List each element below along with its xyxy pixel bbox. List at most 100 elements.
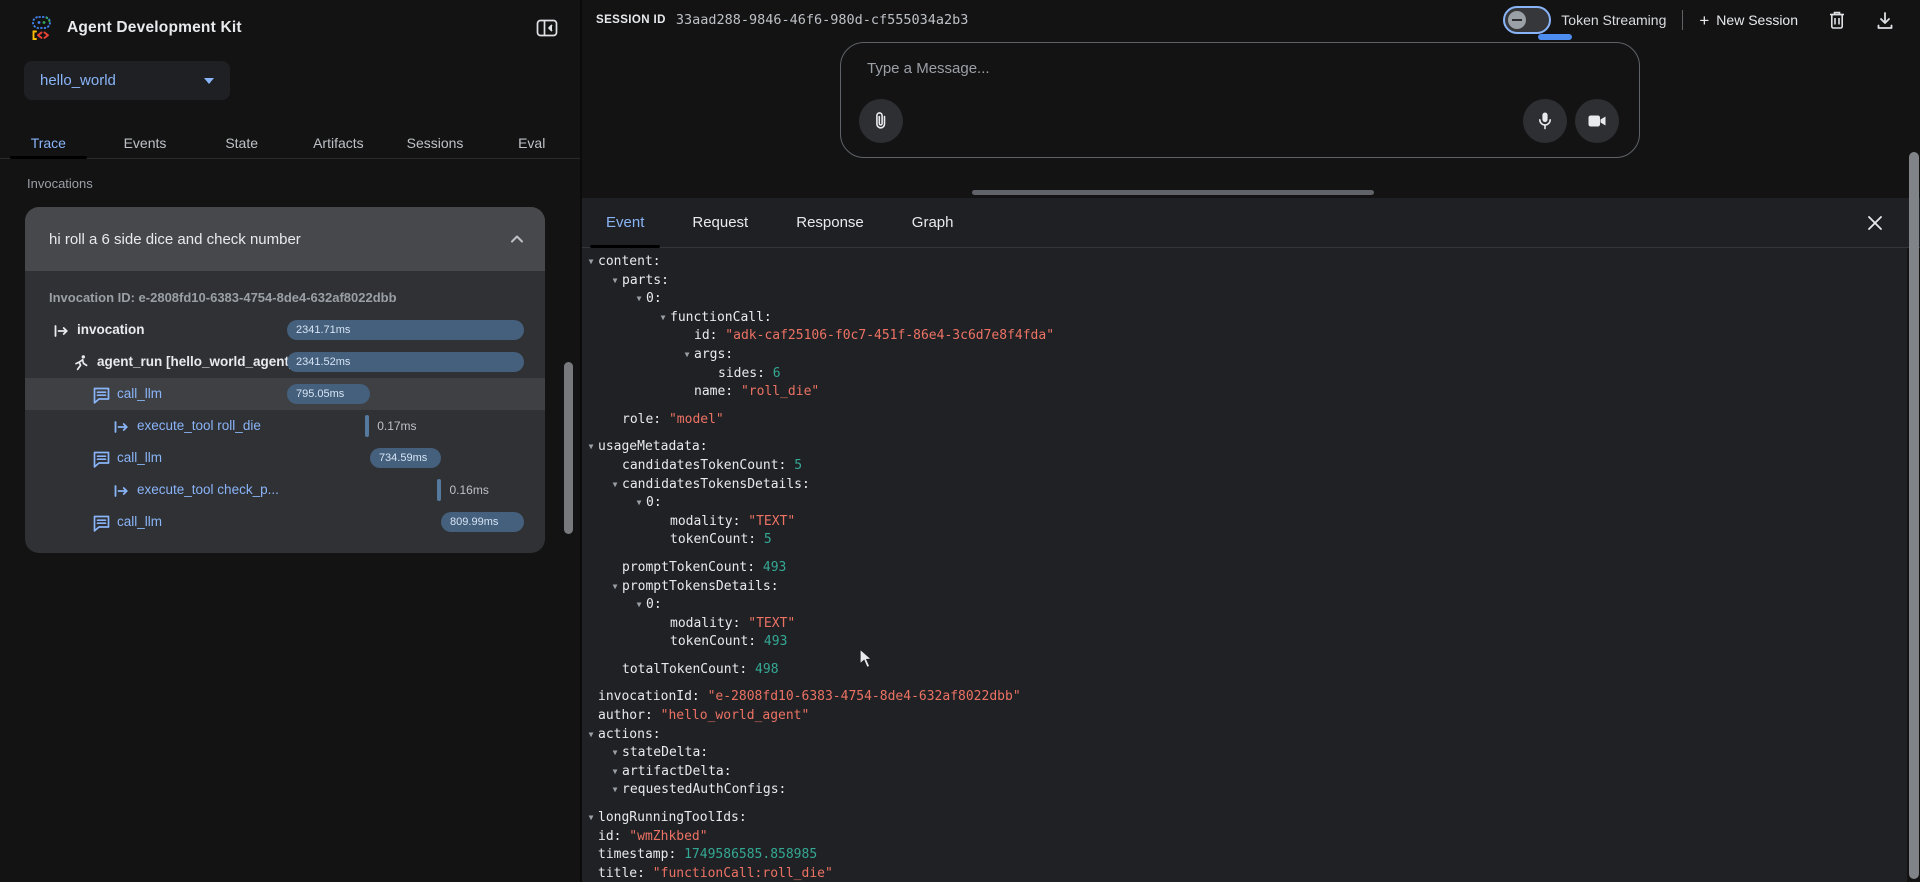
attach-file-button[interactable] xyxy=(859,99,903,143)
json-line-0: ▼0: xyxy=(582,290,1907,309)
tab-graph[interactable]: Graph xyxy=(888,198,978,247)
caret-down-icon[interactable]: ▼ xyxy=(584,726,598,745)
chevron-up-icon[interactable] xyxy=(509,233,525,245)
message-input-container xyxy=(840,42,1640,158)
trace-duration-bar[interactable]: 734.59ms xyxy=(370,448,441,468)
json-key: sides: xyxy=(718,366,765,381)
caret-down-icon[interactable]: ▼ xyxy=(608,744,622,763)
chevron-down-icon xyxy=(204,78,214,84)
caret-down-icon[interactable]: ▼ xyxy=(608,476,622,495)
json-line-artifactDelta: ▼artifactDelta: xyxy=(582,763,1907,782)
collapse-sidebar-icon[interactable] xyxy=(536,18,558,38)
caret-down-icon[interactable]: ▼ xyxy=(584,438,598,457)
caret-down-icon[interactable]: ▼ xyxy=(584,253,598,272)
header-actions: Token Streaming + New Session xyxy=(1503,6,1894,34)
caret-down-icon[interactable]: ▼ xyxy=(632,290,646,309)
sidebar-scrollbar-thumb[interactable] xyxy=(564,362,573,534)
trace-duration-label: 0.16ms xyxy=(449,481,488,499)
chat-area xyxy=(582,40,1920,198)
caret-down-icon[interactable]: ▼ xyxy=(632,596,646,615)
tab-request[interactable]: Request xyxy=(668,198,772,247)
tab-trace[interactable]: Trace xyxy=(0,127,97,158)
trace-duration-bar[interactable]: 809.99ms xyxy=(441,512,524,532)
trace-duration-bar[interactable]: 795.05ms xyxy=(287,384,370,404)
json-key: invocationId: xyxy=(598,689,700,704)
caret-down-icon[interactable]: ▼ xyxy=(680,346,694,365)
trace-row-call-llm[interactable]: call_llm795.05ms xyxy=(25,378,545,410)
horizontal-scrollbar-thumb[interactable] xyxy=(972,190,1374,195)
tab-state[interactable]: State xyxy=(193,127,290,158)
sidebar-header: Agent Development Kit xyxy=(0,0,580,56)
tab-events[interactable]: Events xyxy=(97,127,194,158)
json-value: "TEXT" xyxy=(740,616,795,631)
trace-timeline: 2341.52ms xyxy=(287,352,524,372)
caret-down-icon[interactable]: ▼ xyxy=(608,781,622,800)
trace-timeline: 0.16ms xyxy=(287,480,524,500)
caret-down-icon[interactable]: ▼ xyxy=(584,809,598,828)
trace-duration-tick[interactable] xyxy=(437,479,441,501)
agent-select-value: hello_world xyxy=(40,72,116,89)
json-line-longRunningToolIds: ▼longRunningToolIds: xyxy=(582,809,1907,828)
chat-icon xyxy=(91,513,111,533)
json-line-tokenCount: tokenCount: 5 xyxy=(582,531,1907,550)
trace-row-execute-tool-roll-die[interactable]: execute_tool roll_die 0.17ms xyxy=(25,410,545,442)
trace-timeline: 2341.71ms xyxy=(287,320,524,340)
json-line-sides: sides: 6 xyxy=(582,365,1907,384)
json-key: id: xyxy=(694,328,717,343)
caret-down-icon[interactable]: ▼ xyxy=(608,272,622,291)
json-key: longRunningToolIds: xyxy=(598,810,747,825)
arrow-right-icon xyxy=(51,321,71,341)
tab-event[interactable]: Event xyxy=(582,198,668,247)
trace-row-execute-tool-check-p-[interactable]: execute_tool check_p...0.16ms xyxy=(25,474,545,506)
new-session-button[interactable]: + New Session xyxy=(1699,12,1798,29)
message-input[interactable] xyxy=(865,59,1369,78)
delete-session-icon[interactable] xyxy=(1828,10,1846,30)
trace-duration-bar[interactable]: 2341.52ms xyxy=(287,352,524,372)
tab-artifacts[interactable]: Artifacts xyxy=(290,127,387,158)
trace-row-label: execute_tool roll_die xyxy=(137,418,261,433)
tab-response[interactable]: Response xyxy=(772,198,888,247)
event-json-tree: ▼content:▼parts:▼0:▼functionCall:id: "ad… xyxy=(582,248,1907,882)
json-value: "adk-caf25106-f0c7-451f-86e4-3c6d7e8f4fd… xyxy=(717,328,1054,343)
json-key: functionCall: xyxy=(670,310,772,325)
caret-down-icon[interactable]: ▼ xyxy=(608,763,622,782)
tab-sessions[interactable]: Sessions xyxy=(387,127,484,158)
sidebar-tab-bar: Trace Events State Artifacts Sessions Ev… xyxy=(0,127,580,159)
json-key: promptTokenCount: xyxy=(622,560,755,575)
json-line-content: ▼content: xyxy=(582,253,1907,272)
json-line-functionCall: ▼functionCall: xyxy=(582,309,1907,328)
json-key: requestedAuthConfigs: xyxy=(622,782,786,797)
json-key: candidatesTokensDetails: xyxy=(622,477,810,492)
trace-row-label: invocation xyxy=(77,322,145,337)
json-key: content: xyxy=(598,254,661,269)
close-icon[interactable] xyxy=(1866,214,1884,232)
trace-row-call-llm[interactable]: call_llm734.59ms xyxy=(25,442,545,474)
video-button[interactable] xyxy=(1575,99,1619,143)
microphone-button[interactable] xyxy=(1523,99,1567,143)
json-line-name: name: "roll_die" xyxy=(582,383,1907,402)
token-streaming-toggle[interactable] xyxy=(1503,6,1551,34)
caret-down-icon[interactable]: ▼ xyxy=(632,494,646,513)
chat-icon xyxy=(91,449,111,469)
json-value: 5 xyxy=(756,532,772,547)
trace-duration-label: 0.17ms xyxy=(377,417,416,435)
trace-row-agent-run-hello-world-agent-[interactable]: agent_run [hello_world_agent]2341.52ms xyxy=(25,346,545,378)
invocation-query-header[interactable]: hi roll a 6 side dice and check number xyxy=(25,207,545,271)
json-line-invocationId: invocationId: "e-2808fd10-6383-4754-8de4… xyxy=(582,688,1907,707)
tab-eval[interactable]: Eval xyxy=(483,127,580,158)
trace-duration-tick[interactable] xyxy=(365,415,369,437)
agent-select-dropdown[interactable]: hello_world xyxy=(24,61,230,100)
trace-row-call-llm[interactable]: call_llm809.99ms xyxy=(25,506,545,538)
trace-row-invocation[interactable]: invocation 2341.71ms xyxy=(25,314,545,346)
trace-duration-bar[interactable]: 2341.71ms xyxy=(287,320,524,340)
caret-down-icon[interactable]: ▼ xyxy=(656,309,670,328)
download-session-icon[interactable] xyxy=(1876,11,1894,30)
caret-down-icon[interactable]: ▼ xyxy=(608,578,622,597)
json-key: role: xyxy=(622,412,661,427)
json-line-role: role: "model" xyxy=(582,411,1907,430)
json-key: name: xyxy=(694,384,733,399)
json-key: totalTokenCount: xyxy=(622,662,747,677)
vertical-scrollbar-thumb[interactable] xyxy=(1909,152,1919,879)
json-value: "wmZhkbed" xyxy=(621,829,707,844)
json-line-0: ▼0: xyxy=(582,494,1907,513)
